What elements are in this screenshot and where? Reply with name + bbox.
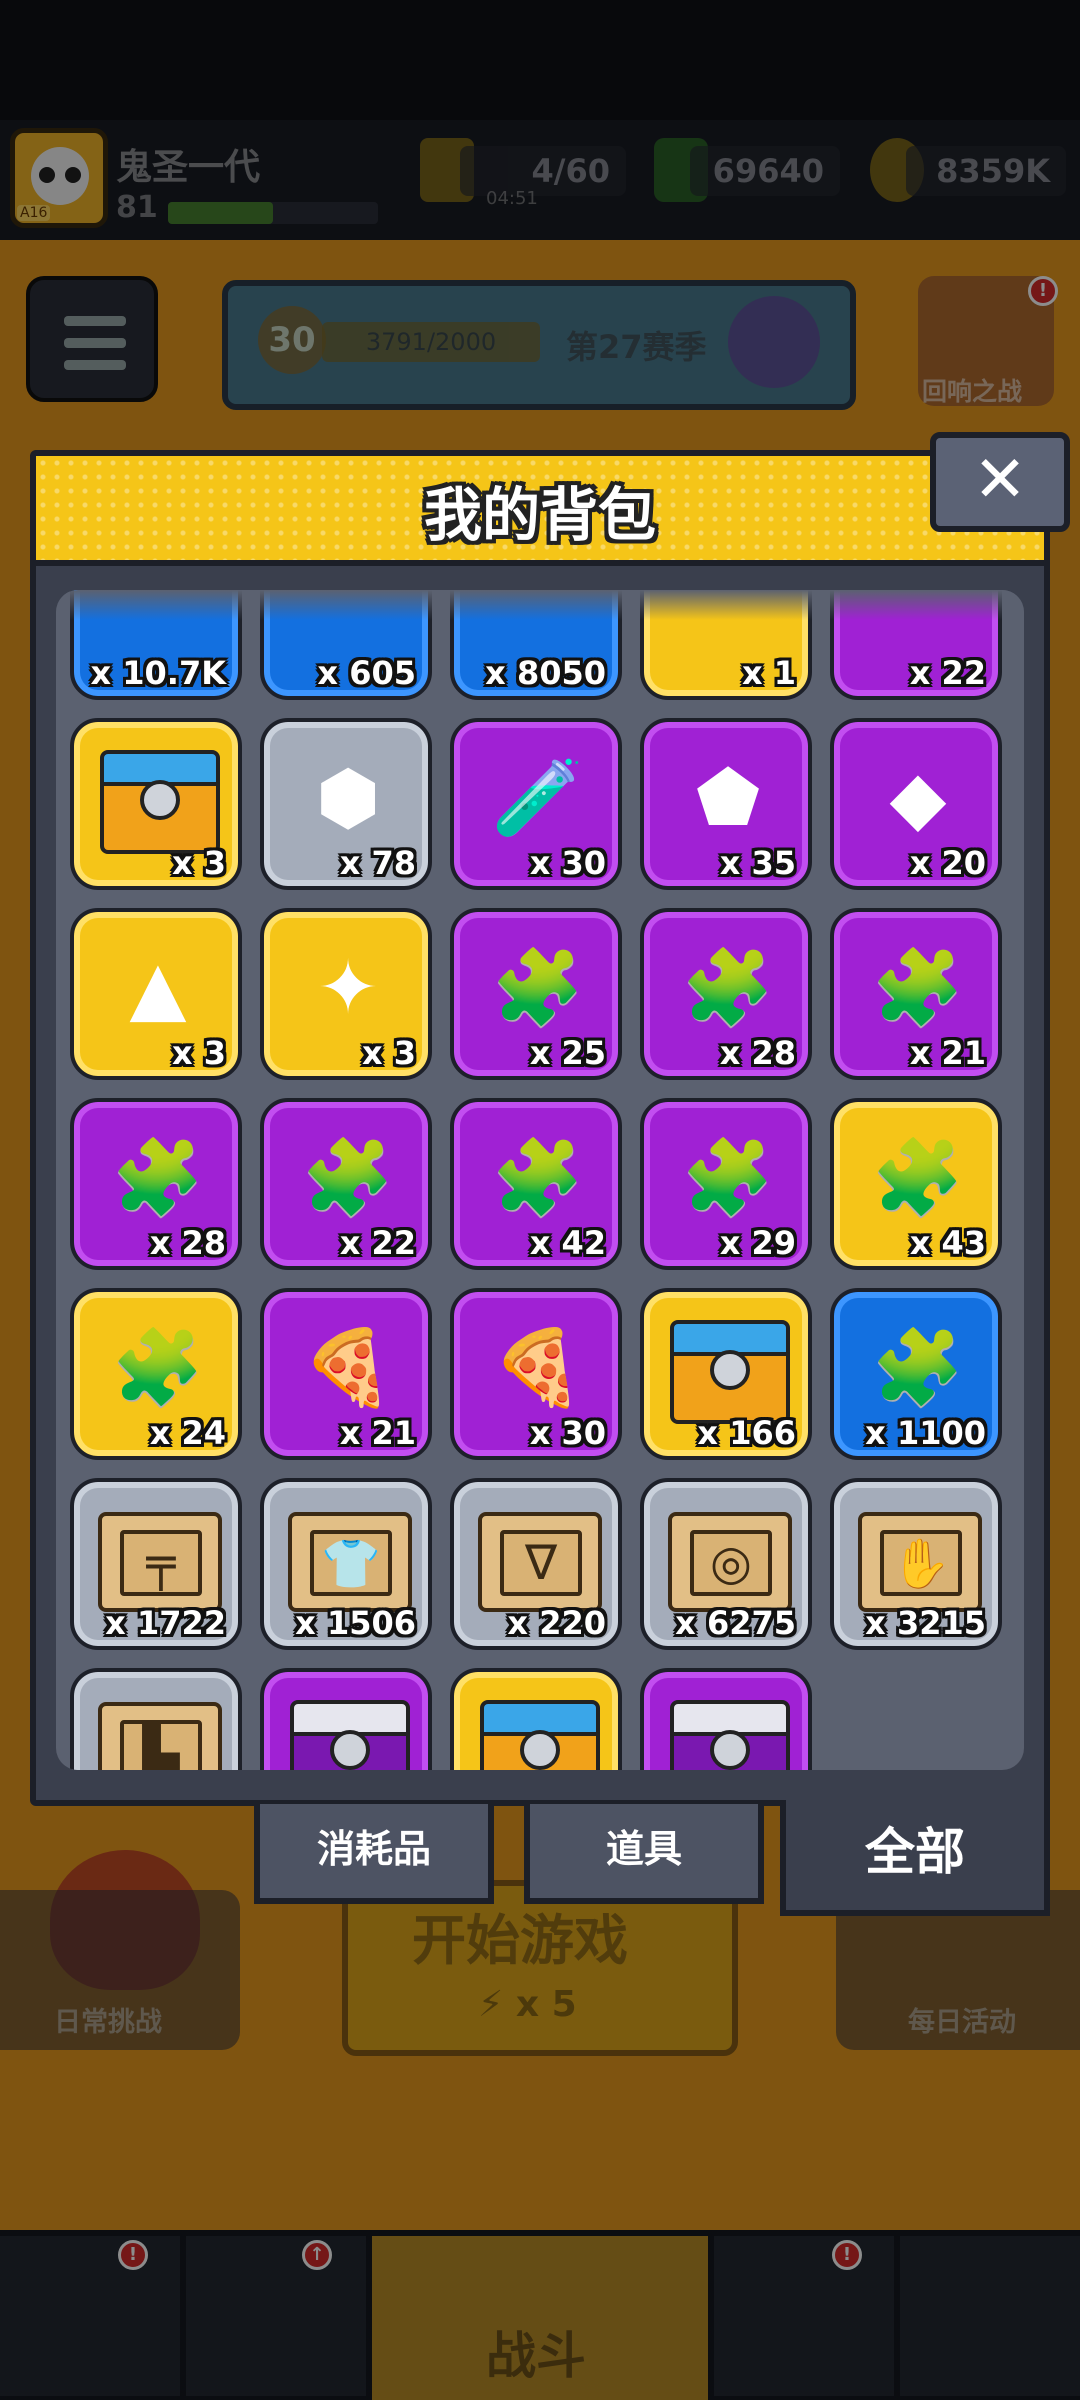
inventory-item[interactable]: 🧪 x 30 (450, 718, 622, 890)
gold-chest-icon (100, 750, 220, 854)
inventory-item[interactable]: ✦ x 3 (260, 908, 432, 1080)
inventory-item[interactable]: 👕 x 1506 (260, 1478, 432, 1650)
hero-puzzle-icon: 🧩 (681, 1135, 775, 1221)
s-hero-puzzle-icon: 🧩 (871, 1135, 965, 1221)
bag-title: 我的背包 (423, 481, 656, 549)
inventory-item[interactable]: 🧩 x 22 (260, 1098, 432, 1270)
boots-scroll-icon: ▙ (98, 1702, 222, 1770)
inventory-item[interactable]: ∇ x 220 (450, 1478, 622, 1650)
inventory-item[interactable]: ✋ x 3215 (830, 1478, 1002, 1650)
item-quantity: x 43 (909, 1224, 986, 1262)
pizza-slice-icon: 🍕 (301, 1325, 395, 1411)
item-quantity: x 10.7K (90, 654, 226, 692)
hero-puzzle-icon: 🧩 (681, 945, 775, 1031)
belt-scroll-icon: ◎ (668, 1512, 792, 1612)
item-quantity: x 25 (529, 1034, 606, 1072)
inventory-item[interactable]: 🍕 x 21 (260, 1288, 432, 1460)
item-quantity: x 166 (697, 1414, 796, 1452)
inventory-item[interactable]: 🧩 x 28 (640, 908, 812, 1080)
item-quantity: x 28 (149, 1224, 226, 1262)
inventory-item[interactable]: ⬟ x 35 (640, 718, 812, 890)
close-button[interactable]: ✕ (930, 432, 1070, 532)
inventory-item[interactable]: 🧩 x 29 (640, 1098, 812, 1270)
weapon-scroll-icon: ╤ (98, 1512, 222, 1612)
glove-scroll-icon: ✋ (858, 1512, 982, 1612)
item-quantity: x 3 (171, 1034, 226, 1072)
canister-icon: 🧪 (491, 755, 585, 841)
tab-consumables[interactable]: 消耗品 (254, 1804, 494, 1904)
star-icon: ✦ (316, 945, 379, 1031)
item-quantity: x 3215 (865, 1604, 986, 1642)
s-hero-puzzle-icon: 🧩 (111, 1325, 205, 1411)
item-quantity: x 1 (741, 654, 796, 692)
inventory-item[interactable]: 🧩 x 25 (450, 908, 622, 1080)
item-quantity: x 21 (339, 1414, 416, 1452)
inventory-items: x 10.7K x 605 x 8050 x 1x 22 x 3 ⬢ x 78 🧪 x 30 ⬟ x… (70, 590, 1002, 1770)
item-quantity: x 1506 (295, 1604, 416, 1642)
inventory-item[interactable]: 🧩 x 42 (450, 1098, 622, 1270)
triangle-gem-icon: ▲ (129, 945, 187, 1031)
item-quantity: x 605 (317, 654, 416, 692)
scroll-fade (56, 590, 1024, 620)
inventory-item[interactable]: ▙x 5771 (70, 1668, 242, 1770)
item-quantity: x 22 (909, 654, 986, 692)
item-quantity: x 1722 (105, 1604, 226, 1642)
red-gem-icon: ⬟ (695, 755, 761, 841)
tab-all[interactable]: 全部 (780, 1800, 1050, 1916)
item-quantity: x 220 (507, 1604, 606, 1642)
purple-chest-icon (290, 1700, 410, 1770)
inventory-item[interactable]: x 1 (450, 1668, 622, 1770)
item-quantity: x 3 (171, 844, 226, 882)
tab-props[interactable]: 道具 (524, 1804, 764, 1904)
blue-puzzle-icon: 🧩 (871, 1325, 965, 1411)
item-quantity: x 21 (909, 1034, 986, 1072)
item-quantity: x 8050 (485, 654, 606, 692)
crystal-shard-icon: ◆ (889, 755, 947, 841)
hero-puzzle-icon: 🧩 (301, 1135, 395, 1221)
hero-puzzle-icon: 🧩 (491, 1135, 585, 1221)
inventory-item[interactable]: ◎ x 6275 (640, 1478, 812, 1650)
item-quantity: x 22 (339, 1224, 416, 1262)
inventory-item[interactable]: x 2 (260, 1668, 432, 1770)
gold-chest-icon (480, 1700, 600, 1770)
inventory-item[interactable]: 🧩 x 28 (70, 1098, 242, 1270)
inventory-item[interactable]: 🧩 x 1100 (830, 1288, 1002, 1460)
inventory-item[interactable]: 🧩 x 43 (830, 1098, 1002, 1270)
metal-cube-icon: ⬢ (315, 755, 381, 841)
item-quantity: x 24 (149, 1414, 226, 1452)
item-quantity: x 30 (529, 844, 606, 882)
hero-puzzle-icon: 🧩 (871, 945, 965, 1031)
inventory-item[interactable]: x 166 (640, 1288, 812, 1460)
item-quantity: x 6275 (675, 1604, 796, 1642)
inventory-item[interactable]: ╤ x 1722 (70, 1478, 242, 1650)
inventory-item[interactable]: ▲ x 3 (70, 908, 242, 1080)
item-quantity: x 28 (719, 1034, 796, 1072)
inventory-item[interactable]: ⬢ x 78 (260, 718, 432, 890)
purple-chest-icon (670, 1700, 790, 1770)
gold-chest-icon (670, 1320, 790, 1424)
pizza-slice-icon: 🍕 (491, 1325, 585, 1411)
item-quantity: x 1100 (865, 1414, 986, 1452)
inventory-item[interactable]: 🧩 x 24 (70, 1288, 242, 1460)
item-quantity: x 20 (909, 844, 986, 882)
armor-scroll-icon: 👕 (288, 1512, 412, 1612)
hero-puzzle-icon: 🧩 (491, 945, 585, 1031)
item-quantity: x 30 (529, 1414, 606, 1452)
inventory-item[interactable]: x 3 (640, 1668, 812, 1770)
item-quantity: x 42 (529, 1224, 606, 1262)
item-quantity: x 78 (339, 844, 416, 882)
hero-puzzle-icon: 🧩 (111, 1135, 205, 1221)
inventory-item[interactable]: 🧩 x 21 (830, 908, 1002, 1080)
item-quantity: x 3 (361, 1034, 416, 1072)
inventory-item[interactable]: 🍕 x 30 (450, 1288, 622, 1460)
inventory-item[interactable]: x 3 (70, 718, 242, 890)
item-quantity: x 35 (719, 844, 796, 882)
inventory-grid[interactable]: x 10.7K x 605 x 8050 x 1x 22 x 3 ⬢ x 78 🧪 x 30 ⬟ x… (56, 590, 1024, 1770)
item-quantity: x 29 (719, 1224, 796, 1262)
inventory-item[interactable]: ◆ x 20 (830, 718, 1002, 890)
necklace-scroll-icon: ∇ (478, 1512, 602, 1612)
